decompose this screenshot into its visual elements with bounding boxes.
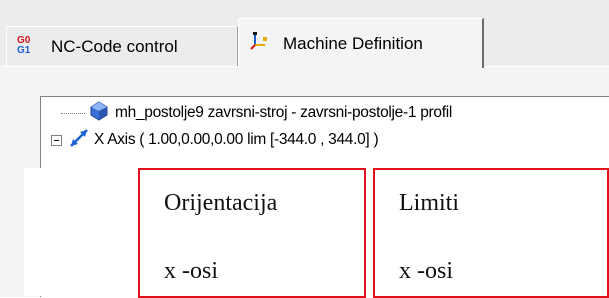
annotation-subtitle: x -osi	[399, 258, 453, 284]
annotation-subtitle: x -osi	[164, 258, 218, 284]
tab-label: Machine Definition	[283, 33, 423, 53]
tree-item-label: mh_postolje9 zavrsni-stroj - zavrsni-pos…	[115, 104, 452, 121]
annotation-limits-box: Limiti x -osi	[373, 168, 609, 298]
tab-label: NC-Code control	[51, 36, 178, 56]
collapse-toggle-icon[interactable]	[51, 134, 62, 146]
tab-machine-definition[interactable]: Machine Definition	[238, 18, 484, 68]
tree-item-x-axis[interactable]: X Axis ( 1.00,0.00,0.00 lim [-344.0 , 34…	[51, 127, 379, 154]
machine-definition-window: G0 G1 NC-Code control Machine Definition	[0, 0, 609, 298]
gcode-g01-icon: G0 G1	[17, 34, 37, 59]
axis-arrow-icon	[68, 127, 90, 154]
tree-item-label: X Axis ( 1.00,0.00,0.00 lim [-344.0 , 34…	[94, 131, 379, 148]
tab-nc-code-control[interactable]: G0 G1 NC-Code control	[6, 26, 238, 66]
annotation-title: Limiti	[399, 190, 459, 216]
annotation-title: Orijentacija	[164, 190, 278, 216]
annotation-orientation-box: Orijentacija x -osi	[138, 168, 366, 298]
tab-strip: G0 G1 NC-Code control Machine Definition	[0, 0, 609, 68]
tree-connector	[61, 112, 85, 114]
svg-text:G1: G1	[17, 45, 31, 54]
machine-model-icon	[89, 100, 109, 126]
tree-item-machine[interactable]: mh_postolje9 zavrsni-stroj - zavrsni-pos…	[61, 100, 452, 126]
machine-axes-icon	[249, 31, 269, 56]
